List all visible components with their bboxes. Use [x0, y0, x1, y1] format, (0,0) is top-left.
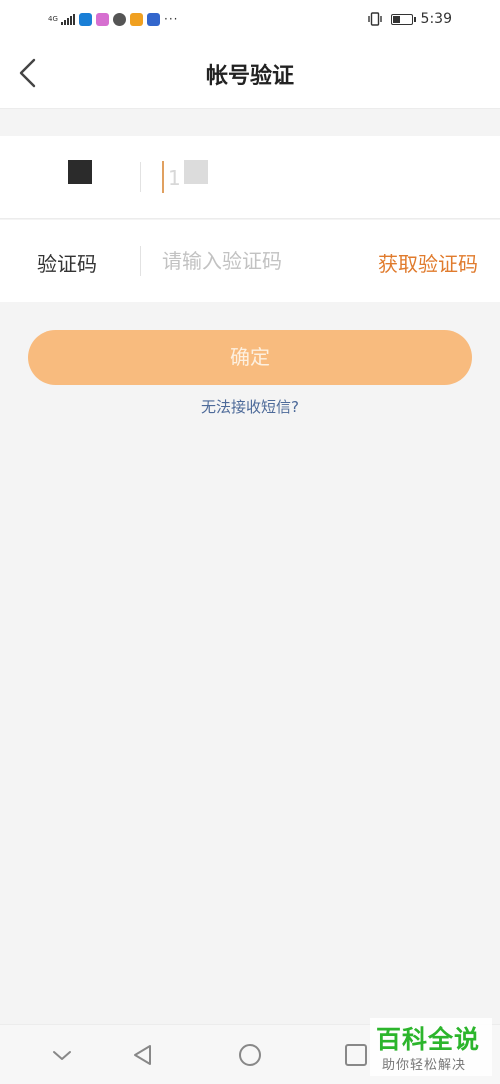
- masked-phone-prefix: 1: [168, 166, 181, 190]
- verification-code-input[interactable]: [162, 242, 352, 280]
- more-notifications-icon: ···: [164, 12, 179, 26]
- confirm-button[interactable]: 确定: [28, 330, 472, 385]
- get-code-button[interactable]: 获取验证码: [378, 248, 478, 277]
- vibrate-icon: [367, 12, 382, 26]
- text-cursor: [162, 161, 164, 193]
- battery-icon: [390, 13, 416, 25]
- status-left: 4G ···: [48, 9, 178, 29]
- verification-code-row: 验证码 获取验证码: [0, 220, 500, 302]
- baidu-icon: [147, 12, 160, 26]
- home-icon[interactable]: [236, 1041, 264, 1069]
- field-divider: [140, 246, 141, 276]
- watermark-logo: 百科全说 助你轻松解决: [370, 1018, 492, 1076]
- watermark-subtitle: 助你轻松解决: [382, 1058, 467, 1073]
- page-title: 帐号验证: [205, 64, 294, 89]
- verification-code-label: 验证码: [37, 252, 97, 276]
- masked-region: [184, 160, 208, 184]
- cant-receive-sms-link[interactable]: 无法接收短信?: [0, 396, 500, 417]
- qq-icon: [79, 12, 92, 26]
- nav-bar: 帐号验证: [0, 38, 500, 109]
- soul-icon: [96, 12, 109, 26]
- recents-icon[interactable]: [342, 1041, 370, 1069]
- masked-region: [68, 160, 92, 184]
- wechat-icon: [113, 12, 126, 26]
- network-type-label: 4G: [48, 14, 58, 23]
- status-right: 5:39: [367, 9, 452, 29]
- field-divider: [140, 162, 141, 192]
- back-icon[interactable]: [129, 1041, 157, 1069]
- status-bar: 4G ··· 5:39: [0, 0, 500, 38]
- status-time: 5:39: [420, 11, 452, 27]
- signal-icon: [61, 13, 75, 25]
- collapse-icon[interactable]: [48, 1041, 76, 1069]
- phone-row: 1: [0, 136, 500, 219]
- watermark-title: 百科全说: [376, 1025, 481, 1054]
- weibo-icon: [130, 12, 143, 26]
